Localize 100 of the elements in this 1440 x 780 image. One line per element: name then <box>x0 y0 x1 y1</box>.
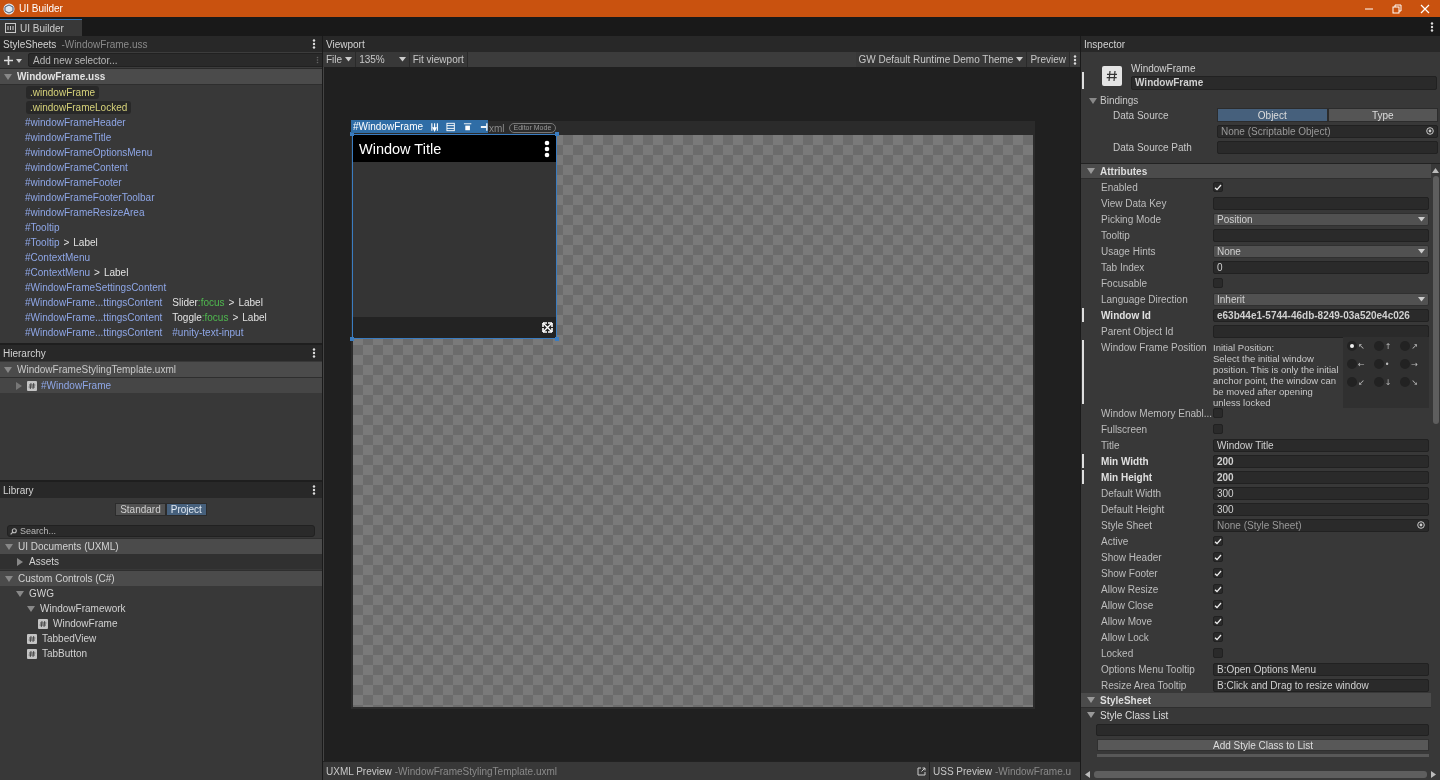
kebab-menu-icon[interactable] <box>312 348 316 358</box>
triangle-icon[interactable] <box>16 589 24 598</box>
segment-button[interactable]: Type <box>1327 108 1438 122</box>
selector[interactable]: #windowFrameContent <box>25 162 128 173</box>
resize-icon[interactable] <box>542 322 553 333</box>
subsection-header[interactable]: Style Class List <box>1081 708 1431 722</box>
triangle-icon[interactable] <box>4 72 12 81</box>
text-field[interactable]: 300 <box>1213 502 1429 516</box>
kebab-menu-icon[interactable] <box>544 139 550 158</box>
window-frame[interactable]: Window Title <box>353 135 556 338</box>
selector[interactable]: #WindowFrame...ttingsContent Toggle:focus > Label <box>25 312 267 323</box>
theme-dropdown[interactable]: GW Default Runtime Demo Theme <box>855 52 1028 67</box>
selector[interactable]: #Tooltip > Label <box>25 237 98 248</box>
dropdown[interactable]: Position <box>1213 212 1429 226</box>
tree-item[interactable]: #WindowFrame <box>0 378 322 393</box>
close-icon[interactable] <box>1420 3 1430 14</box>
library-item[interactable]: Assets <box>0 554 322 569</box>
more-icon[interactable] <box>316 56 319 64</box>
checkbox[interactable] <box>1213 182 1223 192</box>
kebab-menu-icon[interactable] <box>312 485 316 495</box>
fit-viewport-button[interactable]: Fit viewport <box>409 52 468 67</box>
library-item[interactable]: WindowFramework <box>0 601 322 616</box>
checkbox[interactable] <box>1213 568 1223 578</box>
selector[interactable]: #WindowFrame...ttingsContent Slider:focus > Label <box>25 297 263 308</box>
text-field[interactable]: B:Click and Drag to resize window <box>1213 678 1429 692</box>
triangle-icon[interactable] <box>1087 167 1095 175</box>
triangle-icon[interactable] <box>5 542 13 551</box>
zoom-dropdown[interactable]: 135% <box>356 52 410 67</box>
sort-icon[interactable] <box>430 121 440 132</box>
align-icon[interactable] <box>462 121 472 132</box>
segment-button[interactable]: Object <box>1217 108 1328 122</box>
library-item[interactable]: TabButton <box>0 646 322 661</box>
triangle-icon[interactable] <box>4 365 12 374</box>
selector[interactable]: #WindowFrame...ttingsContent #unity-text-input <box>25 327 244 338</box>
library-item[interactable]: WindowFrame <box>0 616 322 631</box>
search-field[interactable]: Search... <box>7 525 315 537</box>
toggle-button[interactable]: Standard <box>115 503 166 516</box>
kebab-menu-icon[interactable] <box>312 39 316 49</box>
selector-field[interactable]: Add new selector... <box>28 53 322 67</box>
text-field[interactable]: 0 <box>1213 260 1429 274</box>
library-item[interactable]: GWG <box>0 586 322 601</box>
restore-icon[interactable] <box>1392 3 1402 14</box>
tree-header[interactable]: WindowFrameStylingTemplate.uxml <box>0 362 322 378</box>
scroll-up-arrow-icon[interactable] <box>1432 168 1439 173</box>
dock-icon[interactable] <box>478 121 488 132</box>
triangle-icon[interactable] <box>16 557 24 566</box>
triangle-icon[interactable] <box>15 381 23 390</box>
text-field[interactable]: e63b44e1-5744-46db-8249-03a520e4c026 <box>1213 308 1429 322</box>
checkbox[interactable] <box>1213 584 1223 594</box>
section-header[interactable]: UI Documents (UXML) <box>0 538 322 554</box>
selector[interactable]: #windowFrameTitle <box>25 132 112 143</box>
selector[interactable]: #windowFrameResizeArea <box>25 207 145 218</box>
add-dropdown-icon[interactable] <box>3 54 23 66</box>
preview-button[interactable]: Preview <box>1027 52 1070 67</box>
text-field[interactable]: B:Open Options Menu <box>1213 662 1429 676</box>
section-header[interactable]: Attributes <box>1081 164 1431 179</box>
stretch-icon[interactable] <box>446 121 456 132</box>
checkbox[interactable] <box>1213 616 1223 626</box>
text-field[interactable]: 200 <box>1213 454 1429 468</box>
triangle-icon[interactable] <box>5 574 13 583</box>
library-item[interactable]: TabbedView <box>0 631 322 646</box>
toggle-button[interactable]: Project <box>165 503 207 516</box>
class-selector[interactable]: .windowFrameLocked <box>26 101 132 114</box>
object-field[interactable]: None (Style Sheet) <box>1213 518 1429 532</box>
kebab-menu-icon[interactable] <box>1430 21 1434 32</box>
text-field[interactable]: Window Title <box>1213 438 1429 452</box>
dropdown[interactable]: None <box>1213 244 1429 258</box>
selector[interactable]: #windowFrameHeader <box>25 117 126 128</box>
triangle-icon[interactable] <box>1089 96 1097 105</box>
target-icon[interactable] <box>1426 127 1434 135</box>
selector[interactable]: #windowFrameFooter <box>25 177 122 188</box>
section-header[interactable]: Custom Controls (C#) <box>0 570 322 586</box>
class-selector[interactable]: .windowFrame <box>26 86 100 99</box>
target-icon[interactable] <box>1417 521 1425 529</box>
scroll-left-arrow-icon[interactable] <box>1085 771 1090 778</box>
checkbox[interactable] <box>1213 536 1223 546</box>
triangle-icon[interactable] <box>27 604 35 613</box>
object-field[interactable]: None (Scriptable Object) <box>1217 124 1438 138</box>
selector[interactable]: #windowFrameOptionsMenu <box>25 147 153 158</box>
radio-button[interactable] <box>1347 341 1357 351</box>
external-link-icon[interactable] <box>917 766 926 776</box>
selector[interactable]: #ContextMenu > Label <box>25 267 129 278</box>
triangle-icon[interactable] <box>1087 711 1095 719</box>
file-menu[interactable]: File <box>323 52 357 67</box>
selector[interactable]: #ContextMenu <box>25 252 91 263</box>
selector[interactable]: #windowFrameFooterToolbar <box>25 192 155 203</box>
name-field[interactable]: WindowFrame <box>1131 75 1437 90</box>
add-class-button[interactable]: Add Style Class to List <box>1097 739 1429 751</box>
section-header[interactable]: StyleSheet <box>1081 693 1431 708</box>
tab[interactable]: UI Builder <box>0 19 82 36</box>
text-field[interactable]: 200 <box>1213 470 1429 484</box>
checkbox[interactable] <box>1213 552 1223 562</box>
selector[interactable]: #WindowFrameSettingsContent <box>25 282 167 293</box>
checkbox[interactable] <box>1213 632 1223 642</box>
triangle-icon[interactable] <box>1087 696 1095 704</box>
text-field[interactable]: 300 <box>1213 486 1429 500</box>
tree-header[interactable]: WindowFrame.uss <box>0 69 322 85</box>
dropdown[interactable]: Inherit <box>1213 292 1429 306</box>
scroll-right-arrow-icon[interactable] <box>1431 771 1436 778</box>
selector[interactable]: #Tooltip <box>25 222 60 233</box>
